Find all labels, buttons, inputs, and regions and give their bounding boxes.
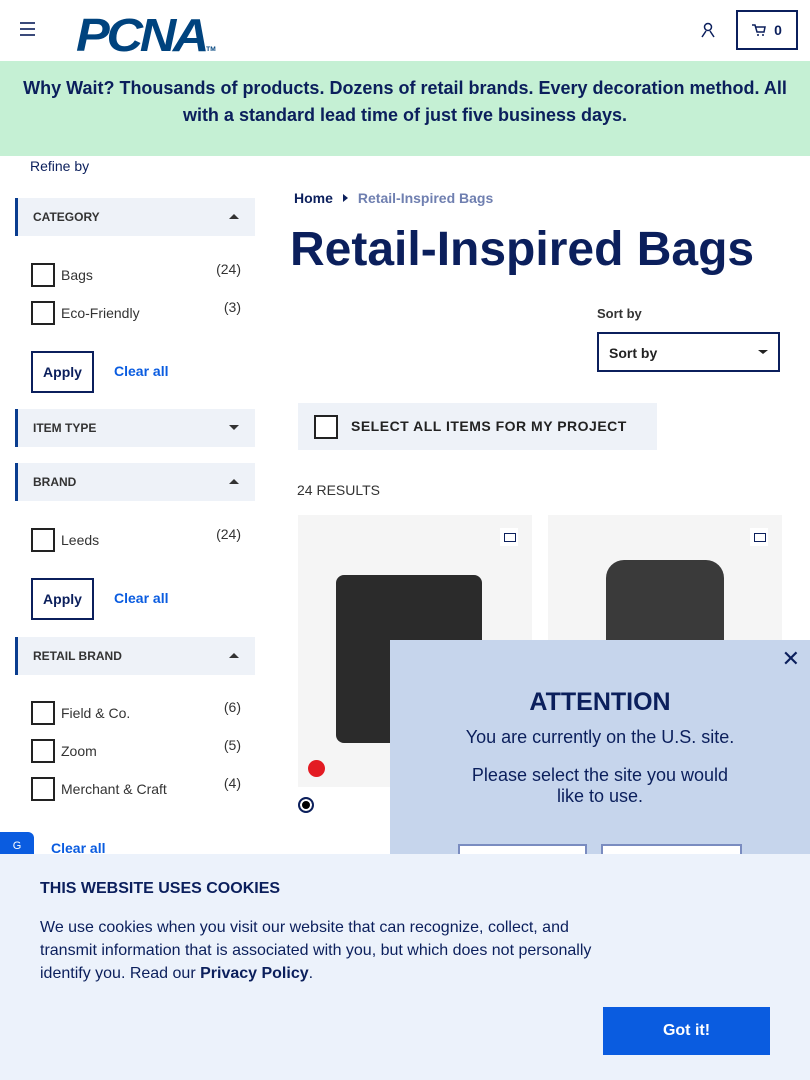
select-all-button[interactable]: SELECT ALL ITEMS FOR MY PROJECT [298, 403, 657, 450]
chevron-up-icon [229, 214, 239, 219]
chevron-down-icon [229, 425, 239, 430]
apply-button[interactable]: Apply [31, 578, 94, 620]
checkbox[interactable] [31, 739, 55, 763]
close-icon[interactable]: ✕ [782, 646, 800, 672]
facet-item-type[interactable]: ITEM TYPE [15, 409, 255, 447]
cart-button[interactable]: 0 [736, 10, 798, 50]
checkbox[interactable] [31, 301, 55, 325]
results-count: 24 RESULTS [297, 482, 380, 498]
brand-badge-icon [308, 760, 325, 777]
clear-all-link[interactable]: Clear all [114, 363, 168, 379]
filter-option[interactable]: Zoom (5) [31, 737, 241, 763]
sort-label: Sort by [597, 306, 642, 321]
site-select-modal: ✕ ATTENTION You are currently on the U.S… [390, 640, 810, 884]
filter-option[interactable]: Field & Co. (6) [31, 699, 241, 725]
breadcrumb: Home Retail-Inspired Bags [294, 190, 493, 206]
chevron-up-icon [229, 479, 239, 484]
sort-select[interactable]: Sort by [597, 332, 780, 372]
cart-icon [752, 24, 767, 36]
promo-banner: Why Wait? Thousands of products. Dozens … [0, 61, 810, 156]
breadcrumb-home[interactable]: Home [294, 190, 333, 206]
header: PCNATM 0 [0, 0, 810, 61]
cart-count: 0 [774, 22, 782, 38]
filter-option[interactable]: Bags (24) [31, 261, 241, 287]
caret-right-icon [342, 194, 348, 202]
privacy-policy-link[interactable]: Privacy Policy [200, 965, 309, 982]
filter-option[interactable]: Eco-Friendly (3) [31, 299, 241, 325]
modal-title: ATTENTION [529, 688, 671, 716]
logo[interactable]: PCNATM [76, 8, 216, 62]
checkbox[interactable] [31, 777, 55, 801]
apply-button[interactable]: Apply [31, 351, 94, 393]
filter-option[interactable]: Merchant & Craft (4) [31, 775, 241, 801]
refine-label: Refine by [30, 158, 90, 174]
accept-cookies-button[interactable]: Got it! [603, 1007, 770, 1055]
checkbox[interactable] [314, 415, 338, 439]
checkbox[interactable] [31, 263, 55, 287]
user-icon[interactable] [700, 21, 716, 39]
caret-down-icon [758, 350, 768, 354]
page-title: Retail-Inspired Bags [290, 223, 755, 276]
cookie-title: THIS WEBSITE USES COOKIES [40, 880, 281, 897]
breadcrumb-current: Retail-Inspired Bags [357, 190, 494, 206]
facet-category[interactable]: CATEGORY [15, 198, 255, 236]
facet-brand[interactable]: BRAND [15, 463, 255, 501]
facet-retail-brand[interactable]: RETAIL BRAND [15, 637, 255, 675]
add-to-project-icon[interactable] [750, 528, 768, 546]
filter-option[interactable]: Leeds (24) [31, 526, 241, 552]
color-swatch[interactable] [298, 797, 314, 813]
chevron-up-icon [229, 653, 239, 658]
modal-text: Please select the site you would like to… [471, 765, 729, 806]
hamburger-menu-icon[interactable] [20, 22, 35, 36]
checkbox[interactable] [31, 528, 55, 552]
clear-all-link[interactable]: Clear all [114, 590, 168, 606]
modal-text: You are currently on the U.S. site. [465, 727, 735, 747]
checkbox[interactable] [31, 701, 55, 725]
add-to-project-icon[interactable] [500, 528, 518, 546]
cookie-banner: THIS WEBSITE USES COOKIES We use cookies… [0, 854, 810, 1080]
cookie-text: We use cookies when you visit our websit… [40, 919, 592, 982]
